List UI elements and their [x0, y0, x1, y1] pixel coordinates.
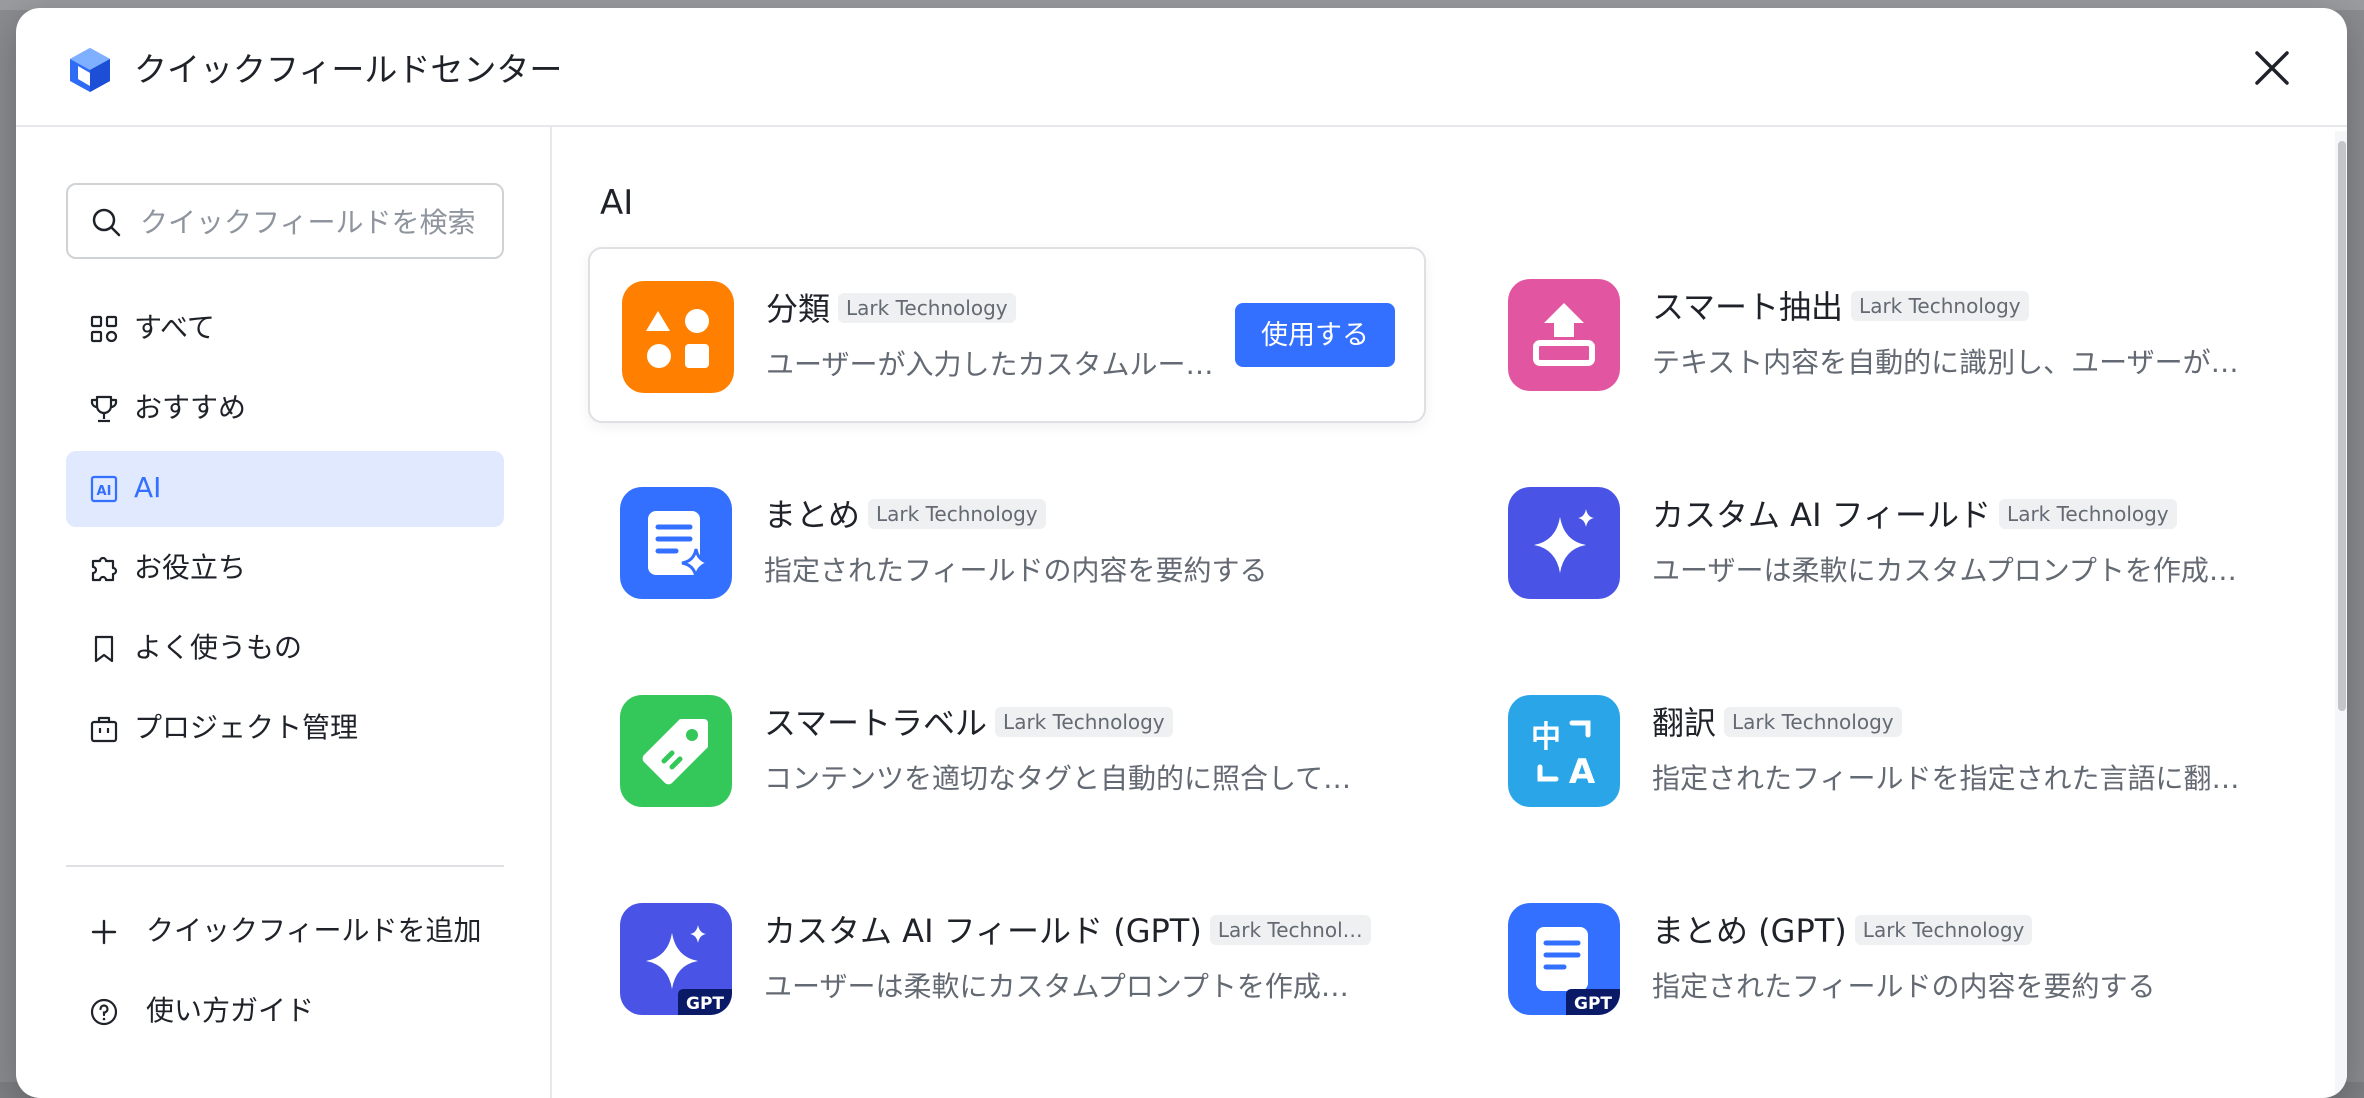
gpt-corner-label: GPT	[686, 994, 724, 1014]
category-sidebar: すべて おすすめ AI AI	[16, 127, 552, 1098]
quick-field-center-dialog: クイックフィールドセンター クイックフィールドを検索 すべて おすすめ AI A…	[16, 8, 2347, 1098]
field-card-description: コンテンツを適切なタグと自動的に照合して…	[764, 762, 1352, 795]
sidebar-item-all[interactable]: すべて	[66, 291, 504, 367]
sidebar-item-label: よく使うもの	[134, 631, 303, 664]
field-card-translate[interactable]: 中 A 翻訳 Lark Technology 指定されたフィールドを指定された言語…	[1476, 663, 2314, 839]
field-card-description: ユーザーが入力したカスタムルー…	[766, 348, 1214, 381]
summary-gpt-icon: GPT	[1508, 903, 1620, 1015]
field-card-title: 分類 Lark Technology	[766, 287, 1016, 331]
tag-icon	[620, 695, 732, 807]
field-card-title: 翻訳 Lark Technology	[1652, 701, 1902, 745]
translate-icon: 中 A	[1508, 695, 1620, 807]
field-card-description: ユーザーは柔軟にカスタムプロンプトを作成…	[764, 970, 1349, 1003]
field-card-summary[interactable]: まとめ Lark Technology 指定されたフィールドの内容を要約する	[588, 455, 1426, 631]
field-card-title: カスタム AI フィールド Lark Technology	[1652, 493, 2177, 537]
field-card-description: 指定されたフィールドの内容を要約する	[1652, 970, 2156, 1003]
field-card-smart-label[interactable]: スマートラベル Lark Technology コンテンツを適切なタグと自動的に照…	[588, 663, 1426, 839]
provider-badge: Lark Technology	[1851, 291, 2029, 321]
sidebar-item-ai[interactable]: AI AI	[66, 451, 504, 527]
add-quick-field-label: クイックフィールドを追加	[146, 914, 482, 947]
provider-badge: Lark Technology	[1724, 707, 1902, 737]
provider-badge: Lark Technology	[838, 293, 1016, 323]
sidebar-item-recommended[interactable]: おすすめ	[66, 371, 504, 447]
provider-badge: Lark Technol…	[1209, 915, 1371, 945]
summary-icon	[620, 487, 732, 599]
usage-guide-link[interactable]: 使い方ガイド	[66, 977, 504, 1047]
field-card-title: カスタム AI フィールド (GPT) Lark Technol…	[764, 909, 1371, 953]
sidebar-item-label: AI	[134, 471, 162, 504]
field-card-summary-gpt[interactable]: GPT まとめ (GPT) Lark Technology 指定されたフィールドの…	[1476, 871, 2314, 1047]
field-card-description: 指定されたフィールドを指定された言語に翻…	[1652, 762, 2240, 795]
svg-text:A: A	[1569, 752, 1596, 792]
field-card-custom-ai[interactable]: カスタム AI フィールド Lark Technology ユーザーは柔軟にカスタ…	[1476, 455, 2314, 631]
field-card-title: スマート抽出 Lark Technology	[1652, 285, 2029, 329]
field-card-description: テキスト内容を自動的に識別し、ユーザーが…	[1652, 346, 2239, 379]
sidebar-item-label: プロジェクト管理	[134, 711, 359, 744]
field-card-classification[interactable]: 分類 Lark Technology ユーザーが入力したカスタムルー… 使用する	[588, 247, 1426, 423]
sidebar-item-useful[interactable]: お役立ち	[66, 531, 504, 607]
svg-text:中: 中	[1531, 720, 1561, 755]
search-input[interactable]	[138, 195, 492, 249]
provider-badge: Lark Technology	[1854, 915, 2033, 945]
field-card-title: スマートラベル Lark Technology	[764, 701, 1173, 745]
trophy-icon	[88, 393, 120, 425]
sidebar-item-label: すべて	[134, 311, 215, 344]
svg-text:AI: AI	[97, 484, 112, 499]
ai-icon: AI	[88, 473, 120, 505]
field-card-description: ユーザーは柔軟にカスタムプロンプトを作成…	[1652, 554, 2237, 587]
help-icon	[88, 996, 120, 1028]
sidebar-divider	[66, 865, 504, 867]
sparkle-gpt-icon: GPT	[620, 903, 732, 1015]
field-card-smart-extract[interactable]: スマート抽出 Lark Technology テキスト内容を自動的に識別し、ユーザ…	[1476, 247, 2314, 423]
dialog-header: クイックフィールドセンター	[16, 8, 2347, 127]
close-button[interactable]	[2248, 44, 2296, 92]
field-card-title: まとめ (GPT) Lark Technology	[1652, 909, 2033, 953]
close-icon	[2255, 51, 2289, 85]
field-card-custom-ai-gpt[interactable]: GPT カスタム AI フィールド (GPT) Lark Technol… ユーザ…	[588, 871, 1426, 1047]
provider-badge: Lark Technology	[868, 499, 1046, 529]
section-title: AI	[600, 183, 634, 223]
add-quick-field-button[interactable]: クイックフィールドを追加	[66, 897, 504, 967]
sidebar-item-frequent[interactable]: よく使うもの	[66, 611, 504, 687]
provider-badge: Lark Technology	[1999, 499, 2177, 529]
base-logo-icon	[68, 46, 112, 94]
smart-extract-icon	[1508, 279, 1620, 391]
quick-field-list: AI 分類 Lark Technology ユーザーが入力したカスタムルー… 使用…	[552, 127, 2347, 1098]
field-card-title: まとめ Lark Technology	[764, 493, 1046, 537]
use-button[interactable]: 使用する	[1235, 303, 1395, 367]
search-icon	[90, 206, 122, 238]
dialog-title: クイックフィールドセンター	[134, 50, 563, 89]
grid-icon	[88, 313, 120, 345]
field-card-description: 指定されたフィールドの内容を要約する	[764, 554, 1268, 587]
usage-guide-label: 使い方ガイド	[146, 994, 315, 1027]
sidebar-item-label: お役立ち	[134, 551, 247, 584]
provider-badge: Lark Technology	[995, 707, 1173, 737]
sidebar-item-label: おすすめ	[134, 391, 247, 424]
classification-icon	[622, 281, 734, 393]
puzzle-icon	[88, 553, 120, 585]
gpt-corner-label: GPT	[1574, 994, 1612, 1014]
sparkle-icon	[1508, 487, 1620, 599]
bookmark-icon	[88, 633, 120, 665]
search-box	[66, 183, 504, 259]
plus-icon	[88, 916, 120, 948]
scrollbar-thumb[interactable]	[2338, 141, 2346, 711]
sidebar-item-project-management[interactable]: プロジェクト管理	[66, 691, 504, 767]
briefcase-icon	[88, 713, 120, 745]
